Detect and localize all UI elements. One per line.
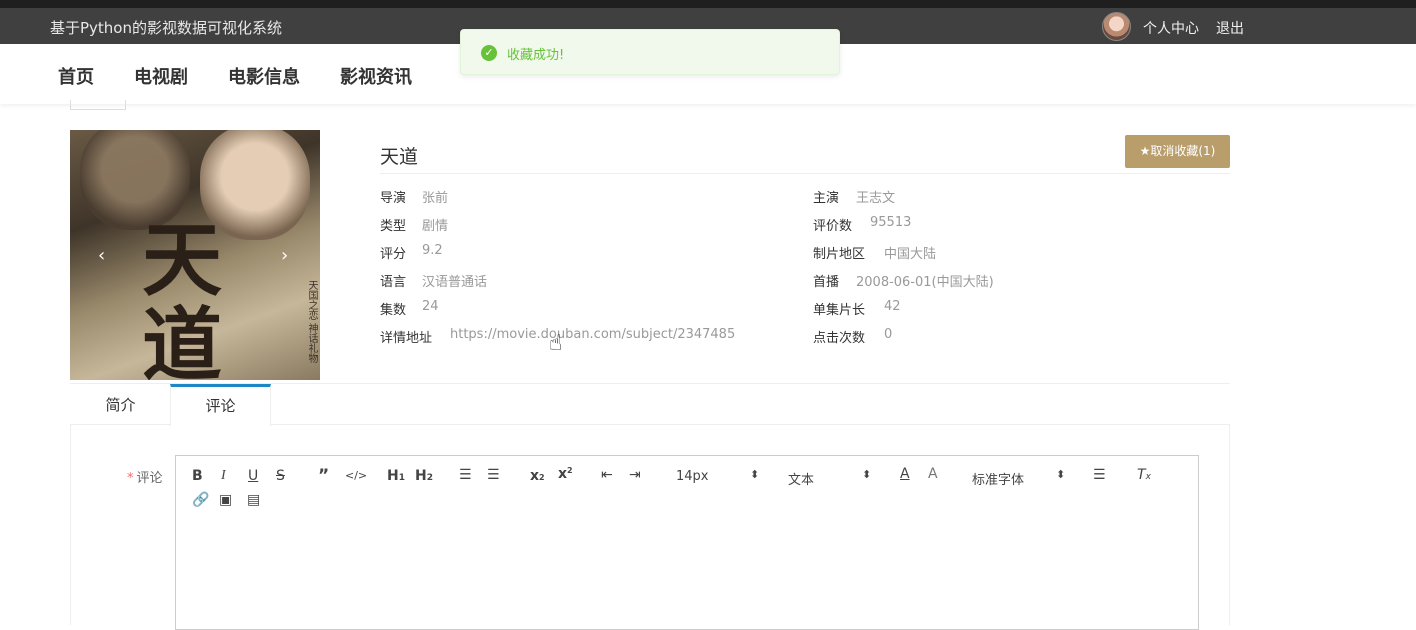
- indent-icon[interactable]: ⇥: [629, 467, 641, 483]
- outdent-icon[interactable]: ⇤: [601, 467, 613, 483]
- editor-toolbar: B I U S ” </> H1 H2 ☰ ☰ x2 x2 ⇤ ⇥ 14px ⬍ …: [175, 455, 1199, 521]
- detail-tabs: 简介 评论: [70, 383, 1230, 426]
- rating-value: 9.2: [422, 243, 443, 258]
- nav-item-movies[interactable]: 电影信息: [228, 63, 300, 89]
- superscript-icon[interactable]: x2: [558, 466, 573, 482]
- nav-item-home[interactable]: 首页: [58, 63, 94, 89]
- success-toast: ✓ 收藏成功!: [460, 29, 840, 75]
- hand-cursor-icon: ☝: [549, 331, 563, 356]
- comment-label-text: 评论: [136, 471, 163, 486]
- title-divider: [380, 173, 1230, 174]
- avatar[interactable]: [1102, 12, 1131, 41]
- language-value: 汉语普通话: [422, 275, 488, 290]
- review-count-value: 95513: [870, 215, 912, 230]
- underline-icon[interactable]: U: [248, 468, 258, 484]
- click-count-value: 0: [884, 327, 893, 342]
- select-caret-icon: ⬍: [750, 468, 760, 481]
- info-label: 导演: [380, 191, 407, 206]
- subscript-icon[interactable]: x2: [530, 468, 545, 484]
- info-label: 语言: [380, 275, 407, 290]
- h1-icon[interactable]: H1: [387, 468, 405, 484]
- required-mark: *: [127, 471, 134, 486]
- genre-value: 剧情: [422, 219, 449, 234]
- movie-title: 天道: [380, 146, 419, 168]
- nav-item-news[interactable]: 影视资讯: [340, 63, 412, 89]
- bold-icon[interactable]: B: [192, 468, 203, 484]
- info-label: 详情地址: [380, 331, 433, 346]
- user-center-link[interactable]: 个人中心: [1143, 18, 1199, 38]
- image-icon[interactable]: ▣: [219, 492, 232, 508]
- font-size-value: 14px: [676, 469, 709, 484]
- check-circle-icon: ✓: [481, 45, 497, 61]
- header-type-select[interactable]: 文本 ⬍: [788, 468, 872, 488]
- cast-value: 王志文: [856, 191, 896, 206]
- unfavorite-button[interactable]: ★取消收藏(1): [1125, 135, 1230, 168]
- detail-url-link[interactable]: https://movie.douban.com/subject/2347485: [450, 327, 735, 342]
- ordered-list-icon[interactable]: ☰: [459, 467, 472, 483]
- info-label: 类型: [380, 219, 407, 234]
- align-icon[interactable]: ☰: [1093, 467, 1106, 483]
- font-color-icon[interactable]: A: [900, 466, 910, 482]
- info-label: 集数: [380, 303, 407, 318]
- info-label: 主演: [813, 191, 840, 206]
- director-value: 张前: [422, 191, 449, 206]
- carousel-prev-icon[interactable]: ‹: [98, 245, 105, 266]
- comment-field-label: * 评论: [127, 467, 163, 486]
- poster-carousel: 天 道 天国之恋 神话礼物 ‹ ›: [70, 130, 320, 380]
- font-family-select[interactable]: 标准字体 ⬍: [972, 468, 1066, 488]
- italic-icon[interactable]: I: [221, 468, 226, 484]
- info-label: 单集片长: [813, 303, 866, 318]
- nav-item-tv[interactable]: 电视剧: [134, 63, 188, 89]
- region-value: 中国大陆: [884, 247, 937, 262]
- logout-link[interactable]: 退出: [1216, 18, 1244, 38]
- blockquote-icon[interactable]: ”: [318, 466, 329, 486]
- h2-icon[interactable]: H2: [415, 468, 433, 484]
- info-label: 评分: [380, 247, 407, 262]
- clear-format-icon[interactable]: Tx: [1137, 467, 1151, 483]
- bullet-list-icon[interactable]: ☰: [487, 467, 500, 483]
- back-button-fragment[interactable]: [70, 100, 126, 110]
- episode-length-value: 42: [884, 299, 901, 314]
- poster-side-text: 天国之恋 神话礼物: [306, 280, 317, 364]
- video-icon[interactable]: ▤: [247, 492, 260, 508]
- font-family-value: 标准字体: [972, 473, 1025, 488]
- code-icon[interactable]: </>: [345, 469, 367, 482]
- info-label: 评价数: [813, 219, 853, 234]
- info-label: 首播: [813, 275, 840, 290]
- poster-title-char-1: 天: [142, 213, 222, 307]
- site-title: 基于Python的影视数据可视化系统: [50, 19, 282, 37]
- episodes-value: 24: [422, 299, 439, 314]
- background-color-icon[interactable]: A: [928, 466, 938, 482]
- tab-comments[interactable]: 评论: [170, 384, 271, 426]
- select-caret-icon: ⬍: [862, 468, 872, 481]
- header-type-value: 文本: [788, 473, 815, 488]
- select-caret-icon: ⬍: [1056, 468, 1066, 481]
- carousel-next-icon[interactable]: ›: [281, 245, 288, 266]
- link-icon[interactable]: 🔗: [192, 492, 209, 508]
- strike-icon[interactable]: S: [276, 468, 285, 484]
- top-strip: [0, 0, 1416, 8]
- info-label: 制片地区: [813, 247, 866, 262]
- toast-message: 收藏成功!: [507, 48, 565, 63]
- info-label: 点击次数: [813, 331, 866, 346]
- font-size-select[interactable]: 14px ⬍: [676, 468, 760, 484]
- premiere-value: 2008-06-01(中国大陆): [856, 275, 994, 290]
- comment-editor[interactable]: [175, 520, 1199, 630]
- tab-intro[interactable]: 简介: [70, 384, 171, 426]
- poster-title-char-2: 道: [142, 298, 222, 380]
